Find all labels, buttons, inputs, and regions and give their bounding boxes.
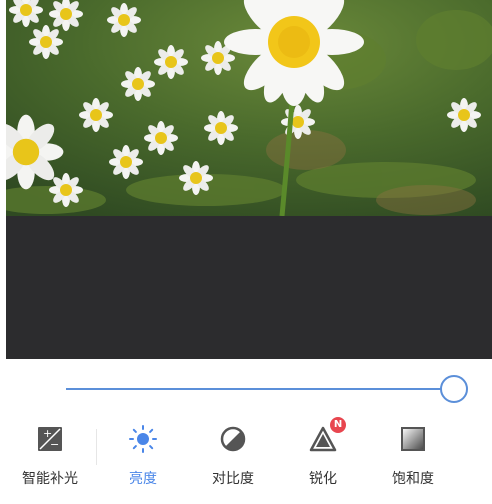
daisy-photo-image [6, 0, 492, 216]
slider-fill [66, 388, 455, 390]
brightness-slider[interactable] [66, 375, 469, 403]
tool-label: 对比度 [212, 471, 254, 487]
tool-sharpen[interactable]: N 锐化 [278, 417, 368, 491]
saturation-icon [398, 424, 428, 454]
tool-label: 锐化 [309, 471, 337, 487]
tool-label: 亮度 [129, 471, 157, 487]
tool-divider [96, 429, 97, 465]
sharpen-icon: N [308, 417, 346, 454]
tool-contrast[interactable]: 对比度 [188, 421, 278, 491]
tool-saturation[interactable]: 饱和度 [368, 421, 458, 491]
svg-text:−: − [50, 438, 59, 451]
adjust-panel: + − 智能补光 亮度 对比度 N 锐化 饱和度 [0, 359, 492, 504]
tool-auto-fill-light[interactable]: + − 智能补光 [5, 421, 95, 491]
brightness-icon [128, 424, 158, 454]
tool-brightness[interactable]: 亮度 [98, 421, 188, 491]
tool-label: 饱和度 [392, 471, 434, 487]
photo-editor: + − 智能补光 亮度 对比度 N 锐化 饱和度 [0, 0, 492, 504]
contrast-icon [218, 424, 248, 454]
tool-bar: + − 智能补光 亮度 对比度 N 锐化 饱和度 [0, 417, 492, 491]
slider-thumb[interactable] [440, 375, 469, 403]
auto-fill-light-icon: + − [35, 424, 65, 454]
canvas-background [6, 216, 492, 359]
tool-label: 智能补光 [22, 471, 78, 487]
new-badge: N [330, 417, 346, 433]
photo-preview [6, 0, 492, 216]
